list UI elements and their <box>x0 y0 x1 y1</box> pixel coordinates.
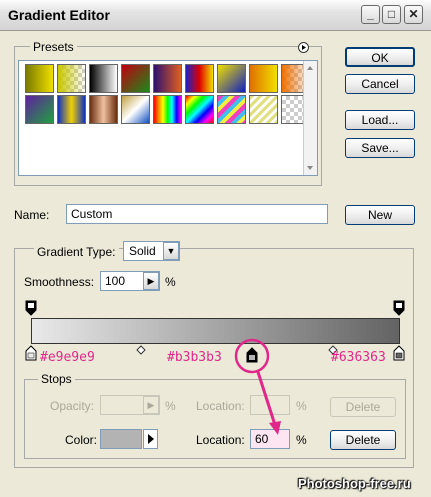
opacity-field: ▶ <box>100 395 160 415</box>
color-stop-left-icon[interactable] <box>25 345 37 361</box>
preset-swatch[interactable] <box>25 95 54 124</box>
name-label: Name: <box>14 208 50 222</box>
smoothness-unit: % <box>165 275 176 289</box>
color-label: Color: <box>65 433 98 447</box>
scroll-up-icon[interactable] <box>304 63 316 73</box>
preset-swatch[interactable] <box>57 64 86 93</box>
maximize-button[interactable]: □ <box>382 5 401 24</box>
opacity-stop-right-icon[interactable] <box>393 300 405 316</box>
presets-scrollbar[interactable] <box>303 61 317 175</box>
preset-swatch[interactable] <box>25 64 54 93</box>
preset-swatch[interactable] <box>249 64 278 93</box>
opacity-unit: % <box>165 399 176 413</box>
stop-hex-label-middle: #b3b3b3 <box>167 350 222 365</box>
new-button[interactable]: New <box>345 205 415 225</box>
chevron-down-icon[interactable]: ▼ <box>163 242 179 260</box>
opacity-label: Opacity: <box>50 399 95 413</box>
location-unit: % <box>296 433 307 447</box>
delete-opacity-button: Delete <box>330 397 396 417</box>
window-title: Gradient Editor <box>8 7 110 23</box>
stops-label: Stops <box>38 372 75 386</box>
preset-swatch[interactable] <box>89 95 118 124</box>
gradient-editor-window: Gradient Editor _ □ ✕ Presets OK Cancel … <box>0 0 431 497</box>
ok-button[interactable]: OK <box>345 47 415 67</box>
preset-swatch[interactable] <box>217 64 246 93</box>
location-unit-disabled: % <box>296 399 307 413</box>
preset-swatch[interactable] <box>89 64 118 93</box>
color-stop-selected-icon[interactable] <box>246 347 258 363</box>
smoothness-slider-arrow-icon[interactable]: ▶ <box>143 272 159 290</box>
gradient-type-value: Solid <box>129 244 156 258</box>
opacity-arrow-icon: ▶ <box>143 396 159 414</box>
location-field[interactable]: 60 <box>250 429 290 449</box>
name-field[interactable]: Custom <box>66 204 328 224</box>
gradient-preview-bar[interactable] <box>31 318 400 344</box>
cancel-button[interactable]: Cancel <box>345 74 415 94</box>
preset-swatch[interactable] <box>121 64 150 93</box>
smoothness-value: 100 <box>105 274 126 288</box>
presets-swatch-list[interactable] <box>18 60 318 176</box>
scroll-down-icon[interactable] <box>304 163 316 173</box>
stop-color-swatch[interactable] <box>100 429 142 449</box>
preset-swatch[interactable] <box>249 95 278 124</box>
midpoint-diamond-left-icon[interactable] <box>136 345 146 355</box>
color-menu-arrow-icon[interactable] <box>143 429 158 449</box>
preset-swatch[interactable] <box>185 95 214 124</box>
gradient-type-label: Gradient Type: <box>34 245 119 259</box>
save-button[interactable]: Save... <box>345 138 415 158</box>
delete-stop-button[interactable]: Delete <box>330 430 396 450</box>
preset-swatch[interactable] <box>121 95 150 124</box>
minimize-button[interactable]: _ <box>361 5 380 24</box>
smoothness-field[interactable]: 100 ▶ <box>100 271 160 291</box>
stop-hex-label-right: #636363 <box>331 350 386 365</box>
close-button[interactable]: ✕ <box>404 5 423 24</box>
preset-swatch[interactable] <box>185 64 214 93</box>
location-field-disabled <box>250 395 290 415</box>
location-label: Location: <box>196 433 245 447</box>
opacity-stop-left-icon[interactable] <box>25 300 37 316</box>
title-bar: Gradient Editor _ □ ✕ <box>0 0 431 31</box>
load-button[interactable]: Load... <box>345 110 415 130</box>
presets-label: Presets <box>30 40 77 54</box>
preset-swatch[interactable] <box>153 64 182 93</box>
location-label-disabled: Location: <box>196 399 245 413</box>
watermark: Photoshop-free.ru <box>298 476 411 491</box>
gradient-type-select[interactable]: Solid ▼ <box>123 241 180 261</box>
stop-hex-label-left: #e9e9e9 <box>40 350 95 365</box>
color-stop-right-icon[interactable] <box>393 345 405 361</box>
smoothness-label: Smoothness: <box>24 275 95 289</box>
preset-swatch[interactable] <box>153 95 182 124</box>
preset-swatch[interactable] <box>57 95 86 124</box>
preset-swatch[interactable] <box>217 95 246 124</box>
presets-menu-icon[interactable] <box>298 42 309 53</box>
